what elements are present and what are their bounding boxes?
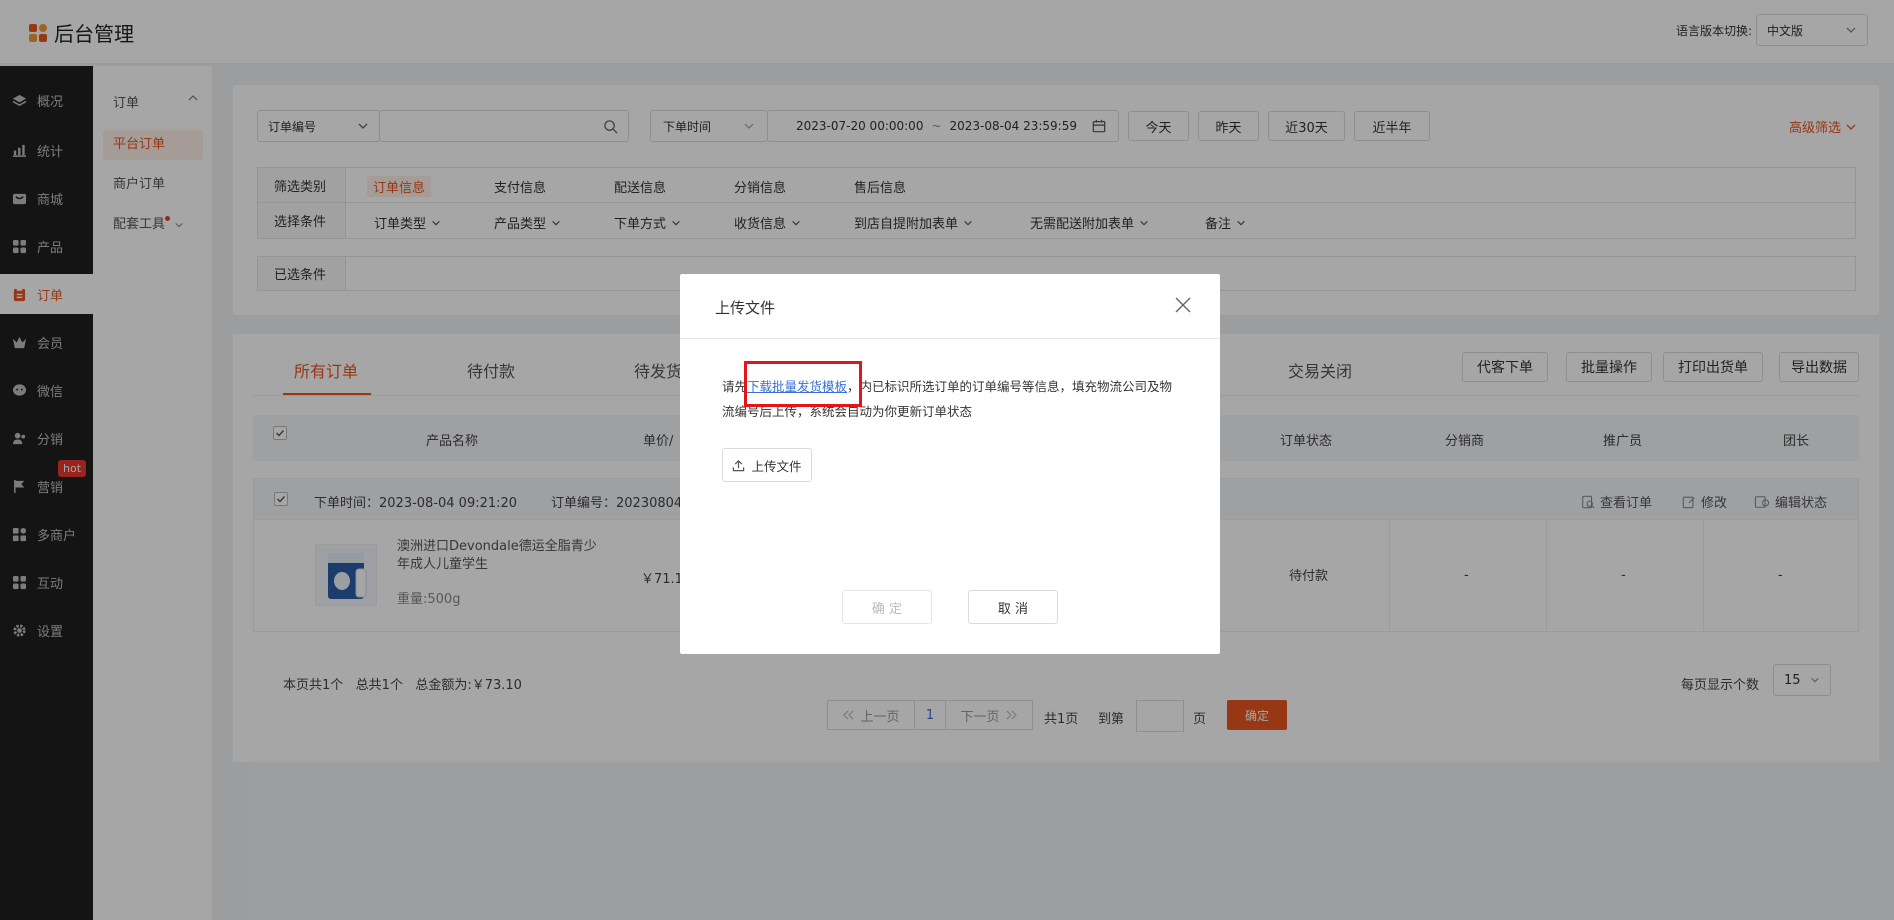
upload-file-label: 上传文件 (751, 458, 802, 474)
upload-file-button[interactable]: 上传文件 (722, 448, 812, 482)
upload-icon (732, 459, 745, 472)
cancel-button[interactable]: 取 消 (968, 590, 1058, 624)
confirm-button[interactable]: 确 定 (842, 590, 932, 624)
close-icon[interactable] (1174, 296, 1192, 314)
upload-file-dialog: 上传文件 请先下载批量发货模板，内已标识所选订单的订单编号等信息，填充物流公司及… (680, 274, 1220, 654)
highlight-box (744, 361, 862, 407)
dialog-divider (680, 338, 1220, 339)
dialog-title: 上传文件 (715, 299, 776, 317)
